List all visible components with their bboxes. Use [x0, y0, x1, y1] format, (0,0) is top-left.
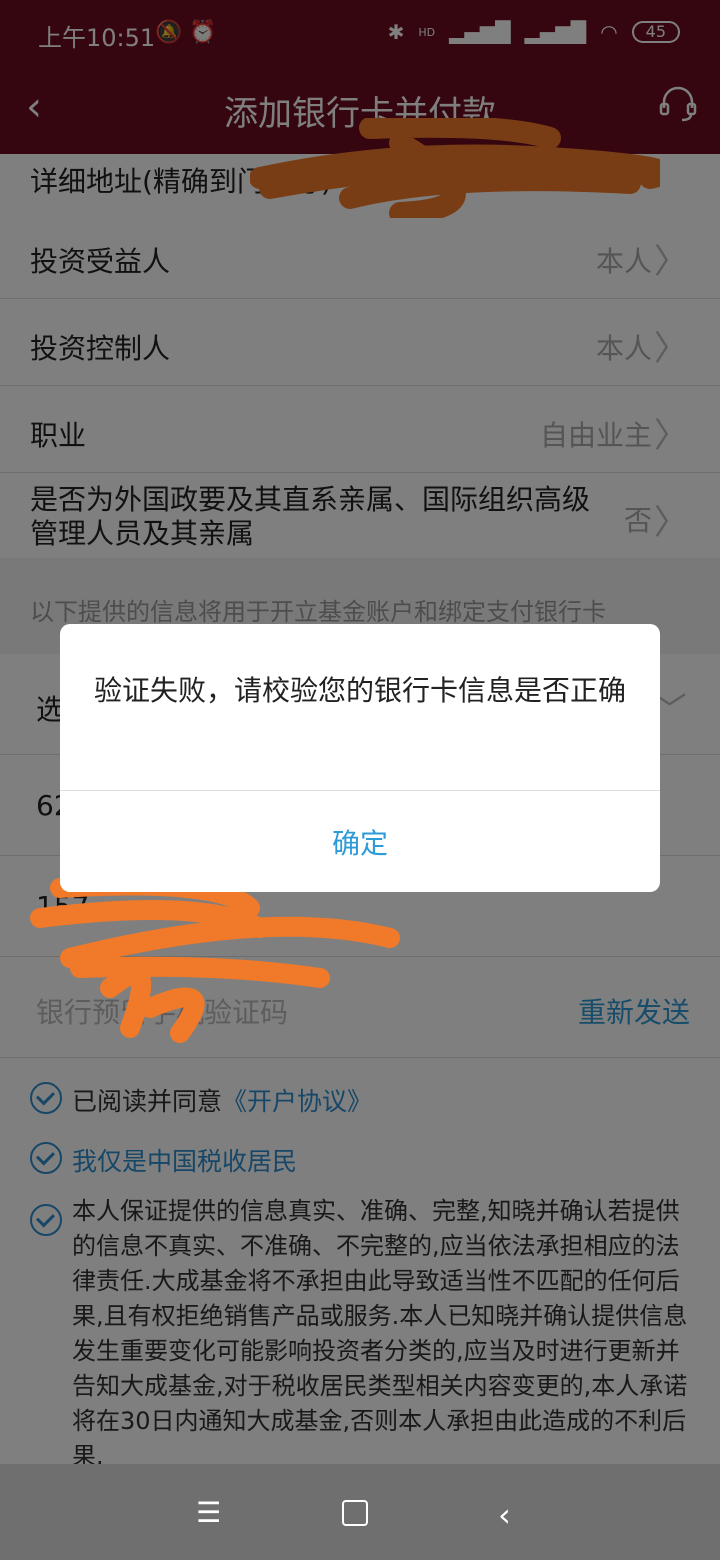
system-nav-bar: ☰ ‹: [0, 1464, 720, 1560]
menu-icon[interactable]: ☰: [196, 1496, 221, 1529]
home-icon[interactable]: [342, 1500, 368, 1526]
error-dialog: 验证失败，请校验您的银行卡信息是否正确 确定: [60, 624, 660, 892]
dialog-message: 验证失败，请校验您的银行卡信息是否正确: [93, 674, 626, 707]
confirm-button[interactable]: 确定: [60, 822, 660, 862]
dialog-divider: [60, 790, 660, 791]
back-nav-icon[interactable]: ‹: [498, 1496, 511, 1534]
redaction-scribble: [30, 875, 400, 1043]
